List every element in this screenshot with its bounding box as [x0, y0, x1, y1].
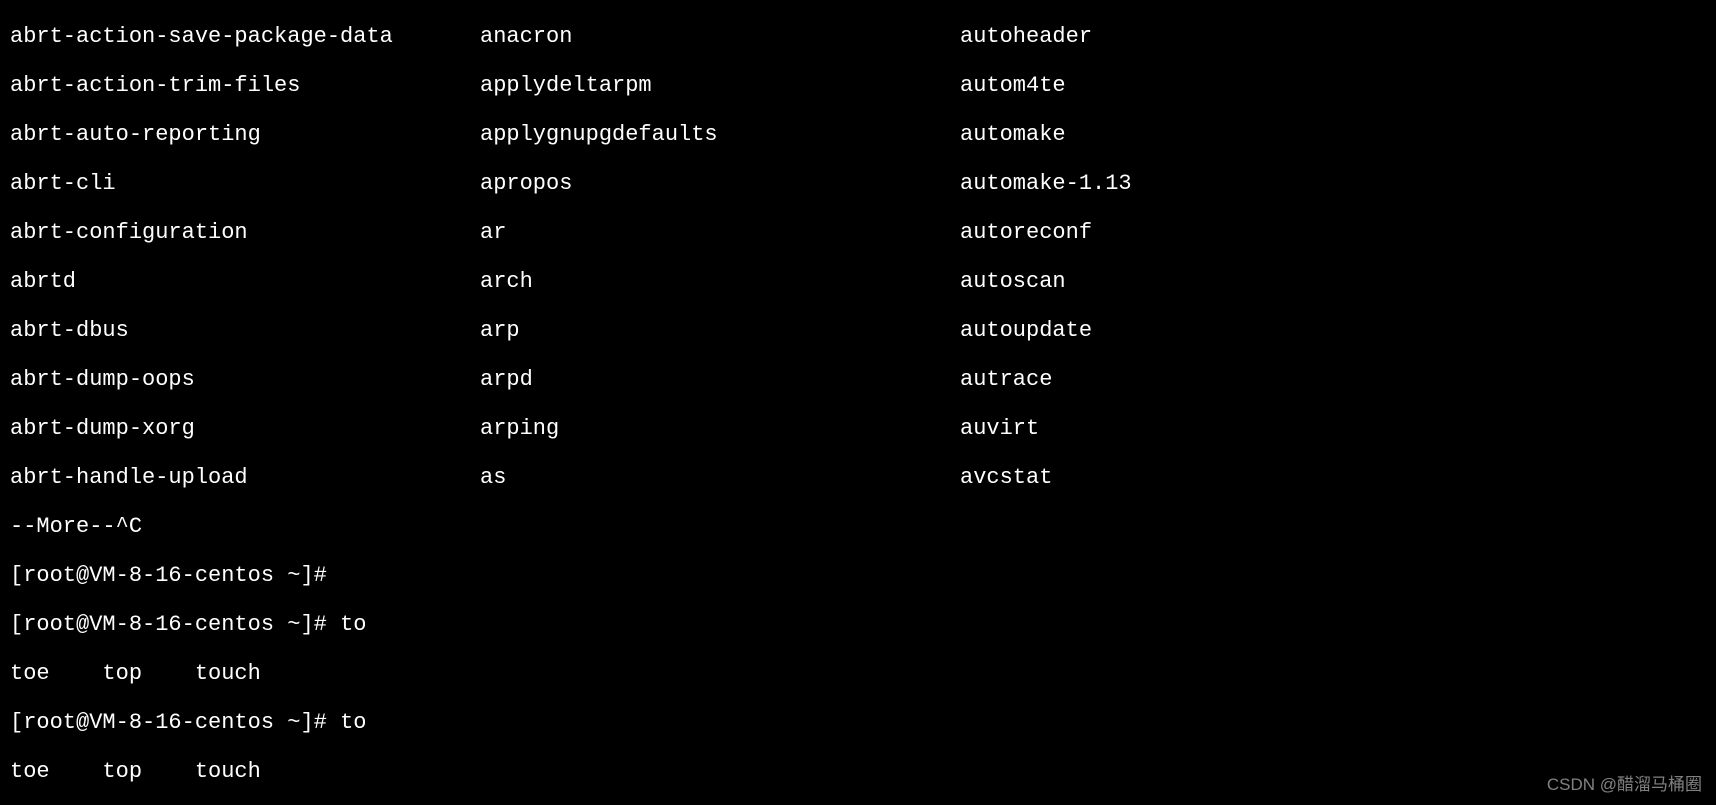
file-list-row: abrt-handle-uploadasavcstat — [10, 466, 1706, 491]
completion-line: toe top touch — [10, 760, 1706, 785]
file-list-row: abrt-cliaproposautomake-1.13 — [10, 172, 1706, 197]
prompt-line: [root@VM-8-16-centos ~]# to — [10, 711, 1706, 736]
file-list-row: abrt-action-save-package-dataanacronauto… — [10, 25, 1706, 50]
file-list-row: abrt-auto-reportingapplygnupgdefaultsaut… — [10, 123, 1706, 148]
file-list-row: abrt-action-trim-filesapplydeltarpmautom… — [10, 74, 1706, 99]
completion-line: toe top touch — [10, 662, 1706, 687]
file-list-row: abrt-dump-oopsarpdautrace — [10, 368, 1706, 393]
file-list-row: abrt-dump-xorgarpingauvirt — [10, 417, 1706, 442]
prompt-line: [root@VM-8-16-centos ~]# — [10, 564, 1706, 589]
terminal-output[interactable]: abrt-action-save-package-dataanacronauto… — [0, 0, 1716, 805]
more-prompt: --More--^C — [10, 515, 1706, 540]
prompt-line: [root@VM-8-16-centos ~]# to — [10, 613, 1706, 638]
file-list-row: abrt-dbusarpautoupdate — [10, 319, 1706, 344]
file-list-row: abrtdarchautoscan — [10, 270, 1706, 295]
watermark: CSDN @醋溜马桶圈 — [1547, 773, 1702, 798]
file-list-row: abrt-configurationarautoreconf — [10, 221, 1706, 246]
